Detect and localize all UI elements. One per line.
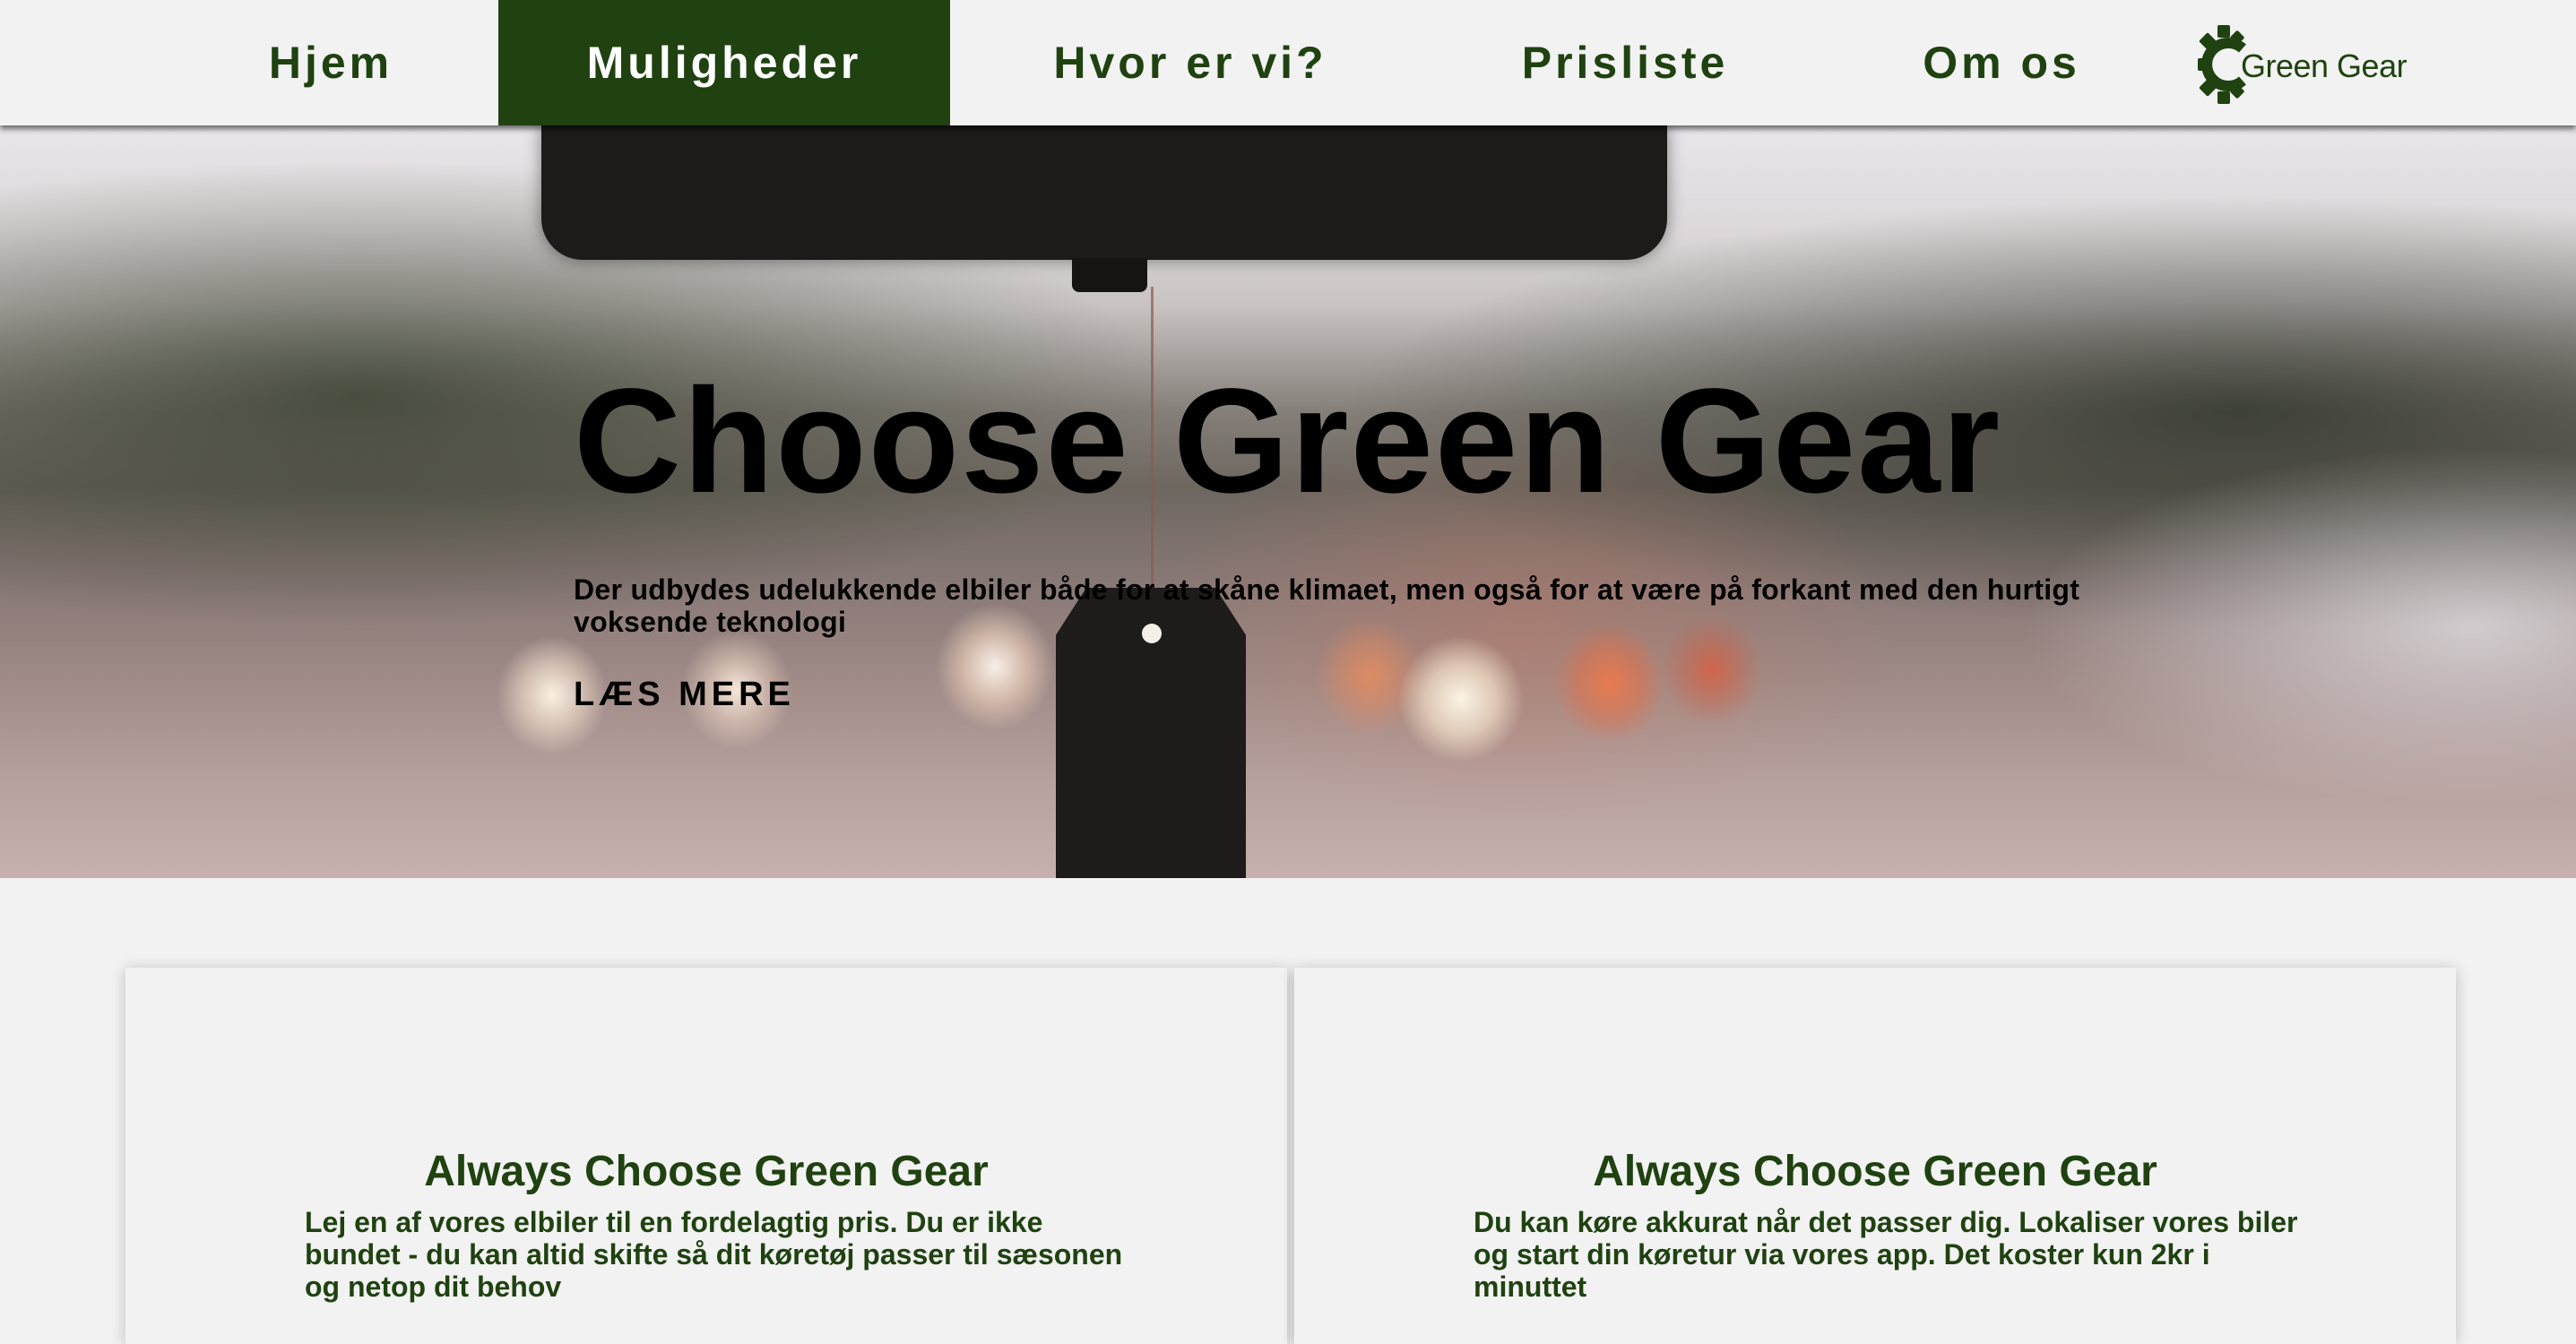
card-title: Always Choose Green Gear	[1593, 1148, 2157, 1195]
nav-item-om-os[interactable]: Om os	[1873, 0, 2130, 125]
card-text: Du kan køre akkurat når det passer dig. …	[1474, 1206, 2298, 1303]
feature-card-rent: Always Choose Green Gear Lej en af vores…	[125, 968, 1287, 1344]
nav-item-hvor-er-vi[interactable]: Hvor er vi?	[1004, 0, 1377, 125]
hero-banner: Choose Green Gear Der udbydes udelukkend…	[0, 125, 2576, 878]
rearview-mirror	[541, 125, 1667, 260]
logo-text: Green Gear	[2241, 47, 2407, 84]
hero-description: Der udbydes udelukkende elbiler både for…	[574, 573, 2080, 638]
mirror-stem	[1072, 258, 1147, 292]
main-nav: Hjem Muligheder Hvor er vi? Prisliste Om…	[0, 0, 2576, 125]
hero-title: Choose Green Gear	[574, 358, 2002, 524]
nav-item-hjem[interactable]: Hjem	[210, 0, 452, 125]
brand-logo[interactable]: Green Gear	[2198, 20, 2413, 109]
card-text: Lej en af vores elbiler til en fordelagt…	[305, 1206, 1123, 1303]
card-title: Always Choose Green Gear	[424, 1148, 989, 1195]
feature-card-app: Always Choose Green Gear Du kan køre akk…	[1294, 968, 2456, 1344]
nav-item-prisliste[interactable]: Prisliste	[1452, 0, 1798, 125]
nav-item-muligheder[interactable]: Muligheder	[498, 0, 950, 125]
hero-content: Choose Green Gear Der udbydes udelukkend…	[574, 367, 2097, 714]
read-more-link[interactable]: LÆS MERE	[574, 676, 795, 714]
